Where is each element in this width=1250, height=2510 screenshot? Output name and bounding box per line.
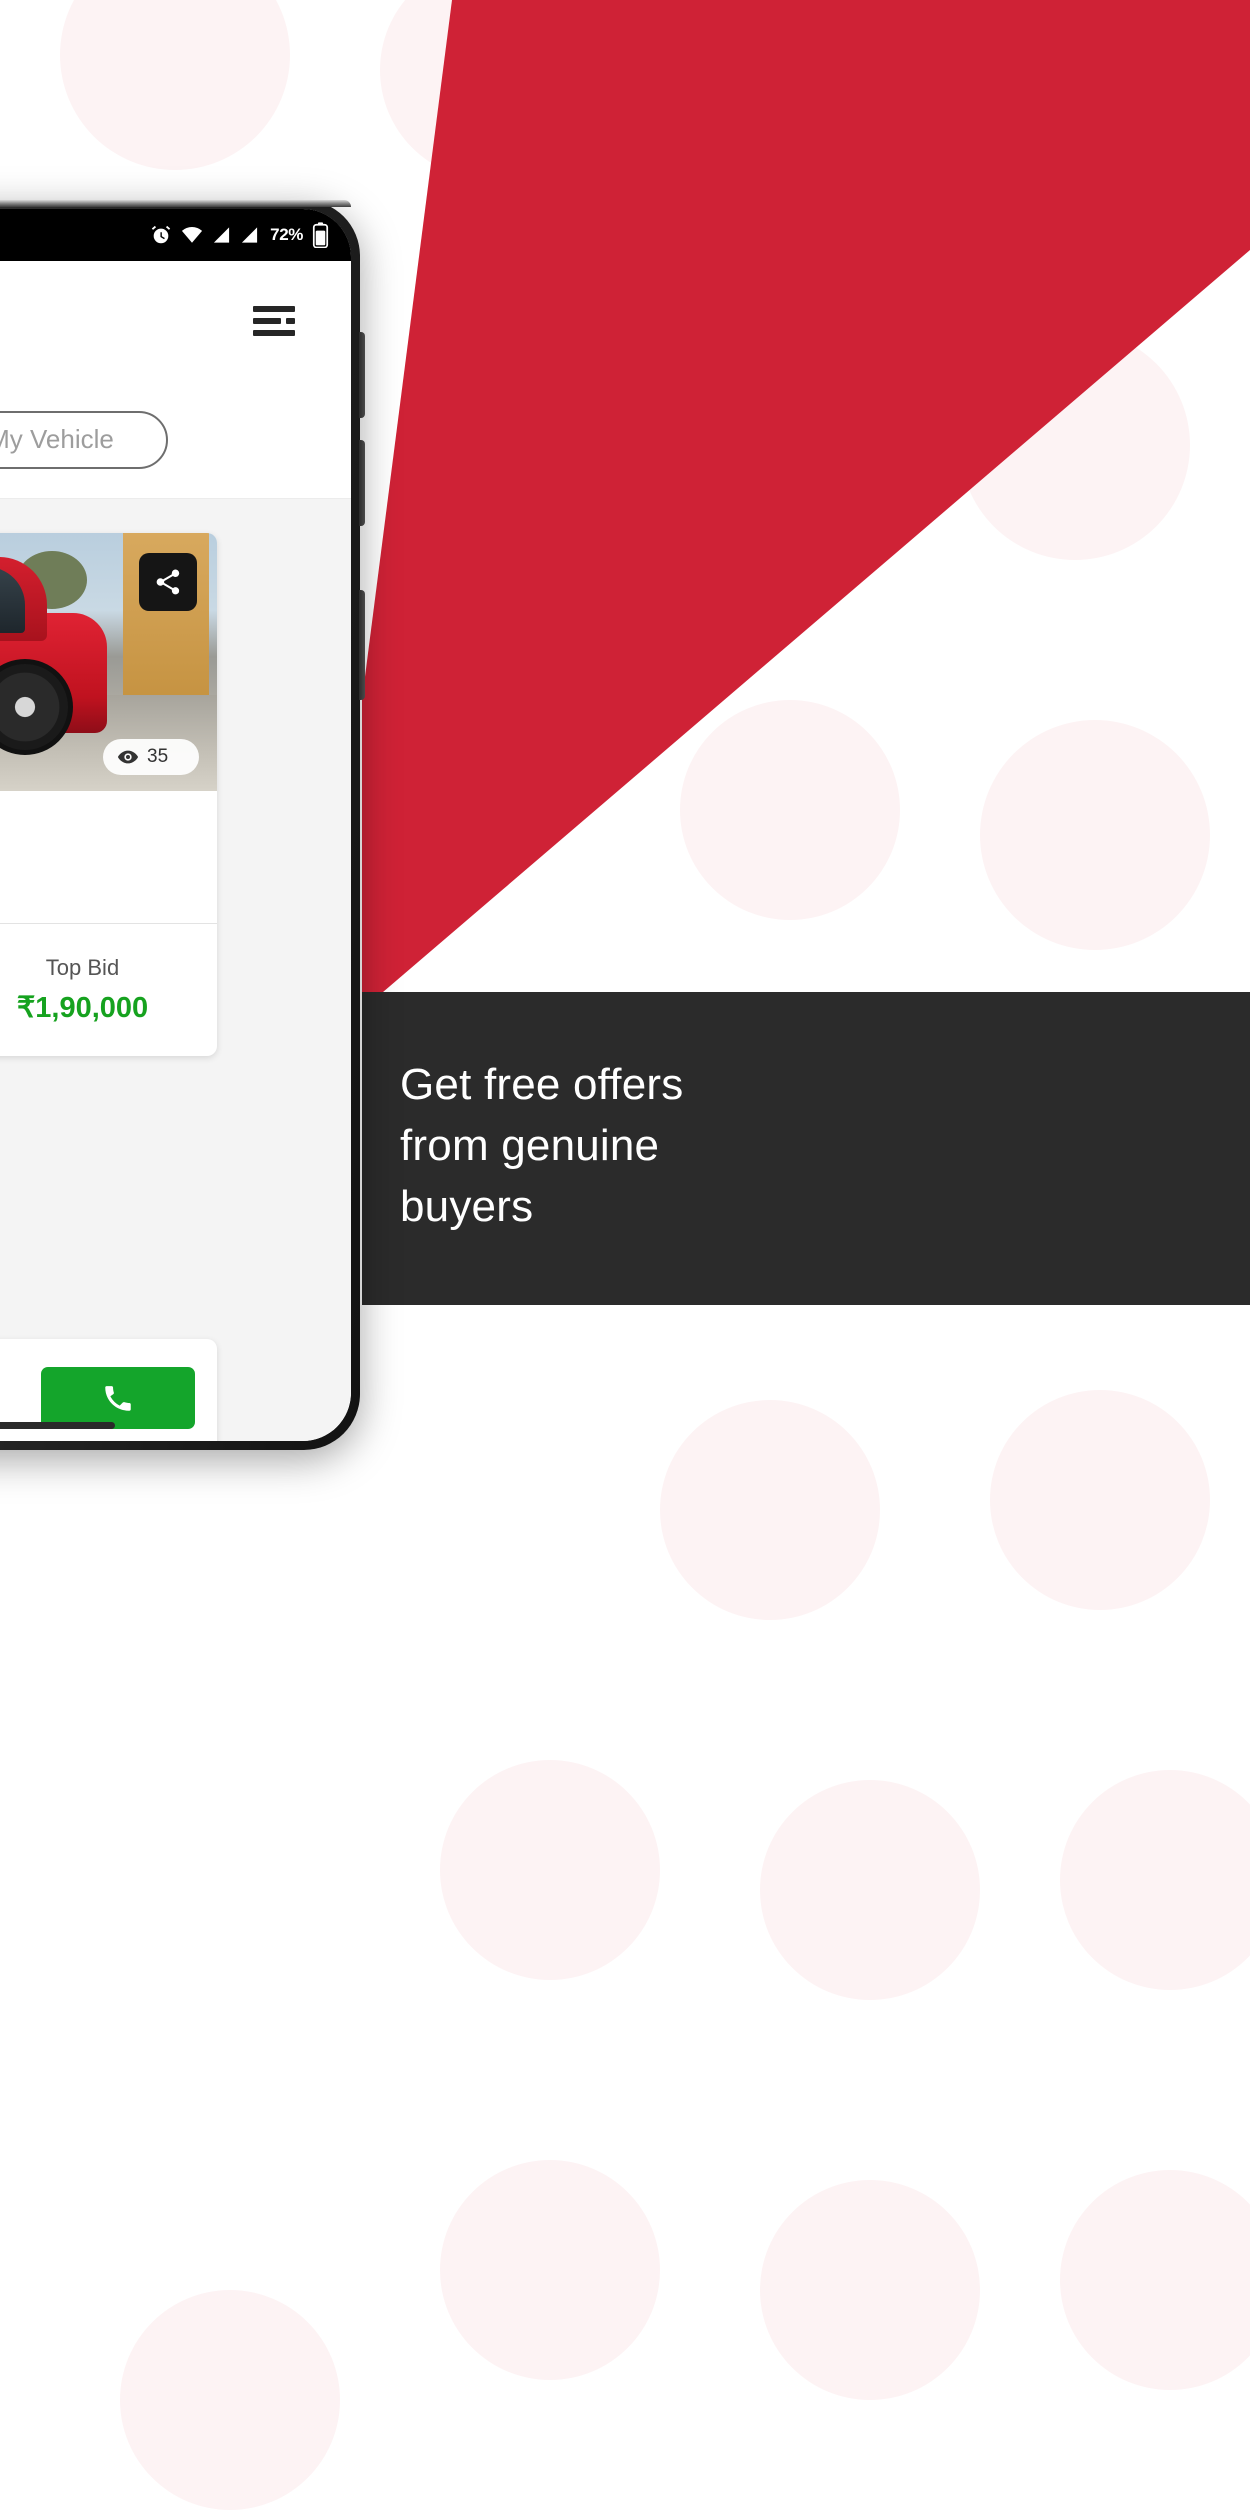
battery-percent-label: 72%	[270, 225, 303, 244]
tab-bar: My Bids My Vehicle	[0, 381, 351, 499]
bid-stats-row: Your Bid ₹1,85,000 Top Bid ₹1,90,000	[0, 924, 217, 1056]
promo-line-3: buyers	[400, 1182, 534, 1231]
hamburger-menu-icon[interactable]	[253, 306, 295, 336]
alarm-icon	[150, 224, 172, 246]
status-bar: 72%	[0, 209, 351, 261]
phone-bezel: 72% My Bids My Vehicle	[0, 209, 351, 1441]
bid-stat-top-bid: Top Bid ₹1,90,000	[0, 924, 217, 1056]
bid-card-photo: 35	[0, 533, 217, 791]
background-dot	[760, 1780, 980, 2000]
bid-card-title: Sport 1.2	[0, 813, 191, 851]
share-icon[interactable]	[139, 553, 197, 611]
background-dot	[1060, 2170, 1250, 2390]
bid-stat-value: ₹1,90,000	[16, 992, 149, 1024]
phone-icon	[105, 1386, 131, 1411]
background-dot	[440, 1760, 660, 1980]
bid-card[interactable]: 35 Sport 1.2 ner - 197.987 km Your Bid ₹…	[0, 533, 217, 1056]
promo-line-2: from genuine	[400, 1121, 660, 1170]
bid-card-info: Sport 1.2 ner - 197.987 km	[0, 791, 217, 905]
background-dot	[660, 1400, 880, 1620]
app-header	[0, 261, 351, 381]
phone-top-edge-highlight	[0, 200, 351, 207]
background-dot	[440, 2160, 660, 2380]
app-content-area: 35 Sport 1.2 ner - 197.987 km Your Bid ₹…	[0, 499, 351, 1441]
promo-panel: Get free offers from genuine buyers	[362, 992, 1250, 1305]
bid-stat-label: Top Bid	[45, 955, 120, 980]
phone-screen: 72% My Bids My Vehicle	[0, 209, 351, 1441]
phone-mockup: 72% My Bids My Vehicle	[0, 200, 365, 1450]
battery-icon	[312, 222, 329, 248]
phone-volume-up-button[interactable]	[359, 332, 365, 418]
promo-line-1: Get free offers	[400, 1060, 684, 1109]
signal-bars-icon	[240, 225, 259, 245]
home-indicator	[0, 1422, 115, 1429]
tab-my-vehicle[interactable]: My Vehicle	[0, 410, 168, 469]
background-dot	[990, 1390, 1210, 1610]
background-dot	[760, 2180, 980, 2400]
phone-volume-down-button[interactable]	[359, 440, 365, 526]
wifi-icon	[181, 224, 203, 246]
phone-power-button[interactable]	[359, 590, 365, 700]
call-button[interactable]	[41, 1367, 195, 1429]
background-dot	[120, 2290, 340, 2510]
bid-card-subtitle: ner - 197.987 km	[0, 861, 191, 889]
eye-icon	[117, 750, 139, 764]
views-count-label: 35	[147, 746, 169, 767]
views-chip: 35	[103, 739, 199, 775]
signal-bars-icon	[212, 225, 231, 245]
background-dot	[1060, 1770, 1250, 1990]
